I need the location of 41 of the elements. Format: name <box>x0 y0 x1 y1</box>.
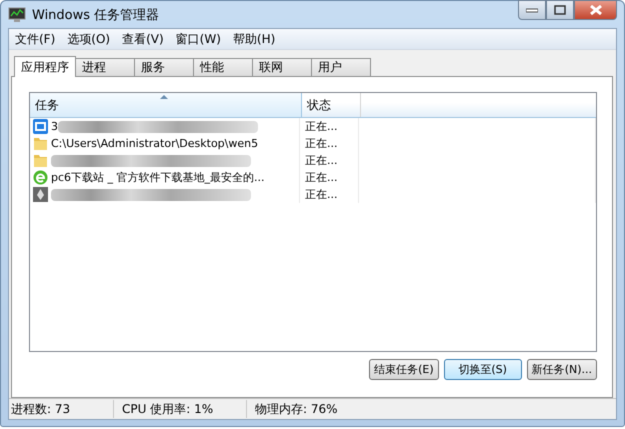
tab[interactable]: 联网 <box>252 58 312 76</box>
monitor-icon <box>8 6 26 22</box>
tab[interactable]: 进程 <box>75 58 135 76</box>
tab[interactable]: 性能 <box>193 58 253 76</box>
menu-item[interactable]: 帮助(H) <box>226 30 282 48</box>
close-icon <box>588 5 602 15</box>
pen-icon <box>33 187 48 202</box>
task-status: 正在... <box>300 186 359 203</box>
window-title: Windows 任务管理器 <box>32 6 160 24</box>
task-name[interactable]: pc6下载站 _ 官方软件下载基地_最安全的... <box>51 170 265 185</box>
task-name[interactable]: C:\Users\Administrator\Desktop\wen5 <box>51 137 258 150</box>
button[interactable]: 结束任务(E) <box>369 359 439 380</box>
folder-icon <box>33 136 48 151</box>
task-name[interactable]: 3 <box>51 120 58 133</box>
minimize-button[interactable] <box>518 0 546 20</box>
task-status: 正在... <box>300 118 359 135</box>
button[interactable]: 切换至(S) <box>444 359 522 380</box>
tab[interactable]: 用户 <box>311 58 371 76</box>
minimize-icon <box>526 7 538 13</box>
sort-arrow-icon <box>160 95 168 99</box>
column-header[interactable]: 任务 <box>30 93 302 117</box>
column-header[interactable]: 状态 <box>302 93 361 117</box>
globe-icon <box>33 170 48 185</box>
button[interactable]: 新任务(N)... <box>526 359 597 380</box>
menu-item[interactable]: 窗口(W) <box>170 30 227 48</box>
task-status: 正在... <box>300 152 359 169</box>
status-text: CPU 使用率: 1% <box>114 400 247 418</box>
maximize-icon <box>554 5 566 15</box>
status-text: 物理内存: 76% <box>254 401 339 418</box>
menu-item[interactable]: 选项(O) <box>61 30 116 48</box>
menu-item[interactable]: 文件(F) <box>9 30 62 48</box>
maximize-button[interactable] <box>546 0 574 20</box>
close-button[interactable] <box>574 0 617 20</box>
app-icon <box>33 119 48 134</box>
folder-icon <box>33 153 48 168</box>
task-status: 正在... <box>300 135 359 152</box>
status-text: 进程数: 73 <box>9 400 114 418</box>
menu-item[interactable]: 查看(V) <box>116 30 170 48</box>
tab[interactable]: 服务 <box>134 58 194 76</box>
tab[interactable]: 应用程序 <box>14 56 76 77</box>
task-status: 正在... <box>300 169 359 186</box>
